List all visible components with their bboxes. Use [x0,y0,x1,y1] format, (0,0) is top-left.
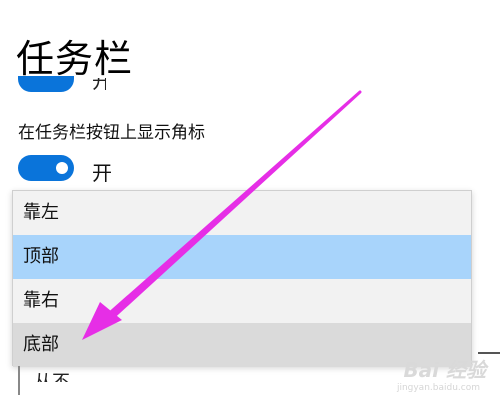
combo-box-edge [18,366,20,395]
toggle-knob [56,162,68,174]
previous-toggle[interactable] [18,76,74,92]
badge-setting-label: 在任务栏按钮上显示角标 [18,123,205,143]
taskbar-position-dropdown: 靠左 顶部 靠右 底部 [12,190,472,367]
option-right[interactable]: 靠右 [13,279,471,323]
watermark-url: jingyan.baidu.com [396,383,480,393]
option-bottom[interactable]: 底部 [13,323,471,367]
badge-toggle-state: 开 [92,161,112,185]
page-title: 任务栏 [16,37,134,81]
previous-toggle-state: 开 [92,78,106,90]
option-left[interactable]: 靠左 [13,191,471,235]
watermark-logo: Bai 经验 [403,358,486,382]
option-top[interactable]: 顶部 [13,235,471,279]
badge-toggle[interactable] [18,155,74,181]
below-dropdown-value: 从不 [34,368,70,382]
